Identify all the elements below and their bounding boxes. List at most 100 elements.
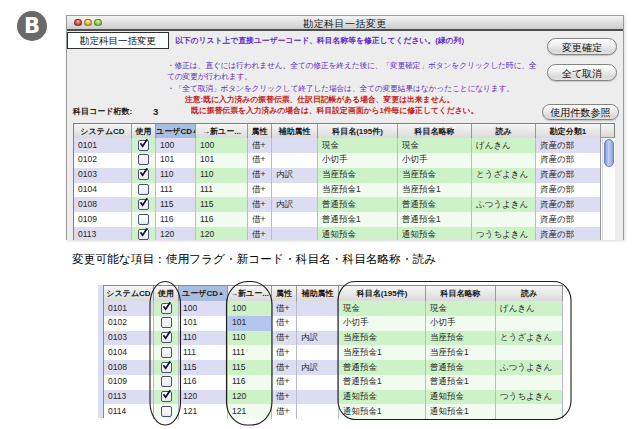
cell-yomi[interactable] xyxy=(472,183,536,198)
used-checkbox-checked[interactable] xyxy=(161,303,172,314)
table-row[interactable]: 0101100100借+現金現金げんきん xyxy=(104,301,562,316)
cell-used[interactable] xyxy=(132,212,156,227)
cell-account-name[interactable]: 通知預金 xyxy=(339,390,426,405)
cell-account-short-name[interactable]: 現金 xyxy=(398,138,472,153)
cell-account-short-name[interactable]: 普通預金 xyxy=(398,197,472,212)
table-row[interactable]: 0103110110借+内訳当座預金当座預金とうざよきん資産の部 xyxy=(74,168,614,183)
cell-new-user-cd[interactable]: 111 xyxy=(228,345,272,360)
cell-account-short-name[interactable]: 小切手 xyxy=(426,316,496,331)
window-titlebar[interactable]: 勘定科目一括変更 xyxy=(67,16,623,29)
scrollbar-thumb[interactable] xyxy=(604,139,614,167)
cell-account-name[interactable]: 普通預金 xyxy=(339,360,426,375)
cell-new-user-cd[interactable]: 120 xyxy=(196,227,248,240)
cell-new-user-cd[interactable]: 101 xyxy=(228,316,272,331)
cell-used[interactable] xyxy=(154,390,179,405)
cell-used[interactable] xyxy=(154,345,179,360)
column-header-used[interactable]: 使用 xyxy=(132,124,156,138)
cancel-all-button[interactable]: 全て取消 xyxy=(547,64,617,81)
cell-account-name[interactable]: 小切手 xyxy=(318,153,398,168)
column-header-yomi[interactable]: 読み xyxy=(472,124,536,138)
cell-used[interactable] xyxy=(154,301,179,316)
cell-yomi[interactable]: ふつうよきん xyxy=(496,360,563,375)
cell-account-name[interactable]: 普通預金 xyxy=(318,197,398,212)
cell-account-name[interactable]: 現金 xyxy=(318,138,398,153)
cell-yomi[interactable] xyxy=(496,345,563,360)
cell-used[interactable] xyxy=(132,227,156,240)
cell-account-name[interactable]: 小切手 xyxy=(339,316,426,331)
cell-account-short-name[interactable]: 当座預金1 xyxy=(426,345,496,360)
cell-yomi[interactable]: つうちよきん xyxy=(496,390,563,405)
table-row[interactable]: 0114121121借+通知預金1通知預金1 xyxy=(104,404,562,419)
column-header-attribute[interactable]: 属性 xyxy=(248,124,272,138)
column-header-sub-attribute[interactable]: 補助属性 xyxy=(297,286,339,301)
column-header-user-cd[interactable]: ユーザCD▲ xyxy=(179,286,228,301)
cell-used[interactable] xyxy=(132,197,156,212)
used-checkbox-unchecked[interactable] xyxy=(138,184,149,195)
table-row[interactable]: 0104111111借+当座預金1当座預金1資産の部 xyxy=(74,183,614,198)
cell-account-name[interactable]: 当座預金1 xyxy=(318,183,398,198)
used-checkbox-unchecked[interactable] xyxy=(138,154,149,165)
cell-account-short-name[interactable]: 通知預金1 xyxy=(426,404,496,419)
cell-account-name[interactable]: 当座預金1 xyxy=(339,345,426,360)
cell-used[interactable] xyxy=(132,138,156,153)
cell-used[interactable] xyxy=(154,404,179,419)
cell-account-short-name[interactable]: 通知預金 xyxy=(398,227,472,240)
used-checkbox-checked[interactable] xyxy=(138,229,149,240)
cell-new-user-cd[interactable]: 115 xyxy=(196,197,248,212)
column-header-system-cd[interactable]: システムCD xyxy=(104,286,154,301)
cell-account-short-name[interactable]: 当座預金1 xyxy=(398,183,472,198)
used-checkbox-checked[interactable] xyxy=(138,140,149,151)
cell-new-user-cd[interactable]: 121 xyxy=(228,404,272,419)
cell-account-short-name[interactable]: 現金 xyxy=(426,301,496,316)
cell-new-user-cd[interactable]: 116 xyxy=(196,212,248,227)
usage-count-ref-button[interactable]: 使用件数参照 xyxy=(542,104,619,120)
cell-account-name[interactable]: 当座預金 xyxy=(318,168,398,183)
cell-used[interactable] xyxy=(154,316,179,331)
table-row[interactable]: 0102101101借+小切手小切手資産の部 xyxy=(74,153,614,168)
used-checkbox-checked[interactable] xyxy=(161,391,172,402)
table-row[interactable]: 0108115115借+内訳普通預金普通預金ふつうよきん資産の部 xyxy=(74,197,614,212)
cell-yomi[interactable] xyxy=(472,212,536,227)
used-checkbox-unchecked[interactable] xyxy=(161,376,172,387)
cell-account-name[interactable]: 普通預金1 xyxy=(318,212,398,227)
column-header-sub-attribute[interactable]: 補助属性 xyxy=(272,124,318,138)
cell-account-short-name[interactable]: 当座預金 xyxy=(398,168,472,183)
cell-account-short-name[interactable]: 普通預金1 xyxy=(426,375,496,390)
used-checkbox-checked[interactable] xyxy=(138,199,149,210)
cell-new-user-cd[interactable]: 100 xyxy=(196,138,248,153)
cell-new-user-cd[interactable]: 120 xyxy=(228,390,272,405)
cell-yomi[interactable]: つうちよきん xyxy=(472,227,536,240)
used-checkbox-checked[interactable] xyxy=(161,332,172,343)
column-header-used[interactable]: 使用 xyxy=(154,286,179,301)
used-checkbox-unchecked[interactable] xyxy=(161,347,172,358)
cell-yomi[interactable] xyxy=(496,404,563,419)
cell-account-short-name[interactable]: 当座預金 xyxy=(426,331,496,346)
cell-yomi[interactable]: げんきん xyxy=(472,138,536,153)
cell-account-short-name[interactable]: 小切手 xyxy=(398,153,472,168)
cell-new-user-cd[interactable]: 115 xyxy=(228,360,272,375)
cell-new-user-cd[interactable]: 100 xyxy=(228,301,272,316)
table-row[interactable]: 0109116116借+普通預金1普通預金1資産の部 xyxy=(74,212,614,227)
used-checkbox-checked[interactable] xyxy=(138,169,149,180)
cell-account-name[interactable]: 当座預金 xyxy=(339,331,426,346)
cell-new-user-cd[interactable]: 110 xyxy=(228,331,272,346)
cell-yomi[interactable]: げんきん xyxy=(496,301,563,316)
column-header-system-cd[interactable]: システムCD xyxy=(74,124,132,138)
cell-account-short-name[interactable]: 普通預金 xyxy=(426,360,496,375)
cell-used[interactable] xyxy=(154,331,179,346)
column-header-new-user-cd[interactable]: →新ユー... xyxy=(196,124,248,138)
used-checkbox-checked[interactable] xyxy=(161,362,172,373)
confirm-change-button[interactable]: 変更確定 xyxy=(547,38,617,55)
used-checkbox-unchecked[interactable] xyxy=(161,406,172,417)
table-row[interactable]: 0108115115借+内訳普通預金普通預金ふつうよきん xyxy=(104,360,562,375)
used-checkbox-unchecked[interactable] xyxy=(138,214,149,225)
cell-yomi[interactable] xyxy=(496,375,563,390)
column-header-attribute[interactable]: 属性 xyxy=(272,286,297,301)
cell-used[interactable] xyxy=(132,183,156,198)
cell-account-name[interactable]: 普通預金1 xyxy=(339,375,426,390)
cell-yomi[interactable]: とうざよきん xyxy=(496,331,563,346)
table-row[interactable]: 0113120120借+通知預金通知預金つうちよきん資産の部 xyxy=(74,227,614,240)
cell-new-user-cd[interactable]: 111 xyxy=(196,183,248,198)
cell-new-user-cd[interactable]: 101 xyxy=(196,153,248,168)
column-header-account-name[interactable]: 科目名(195件) xyxy=(318,124,398,138)
